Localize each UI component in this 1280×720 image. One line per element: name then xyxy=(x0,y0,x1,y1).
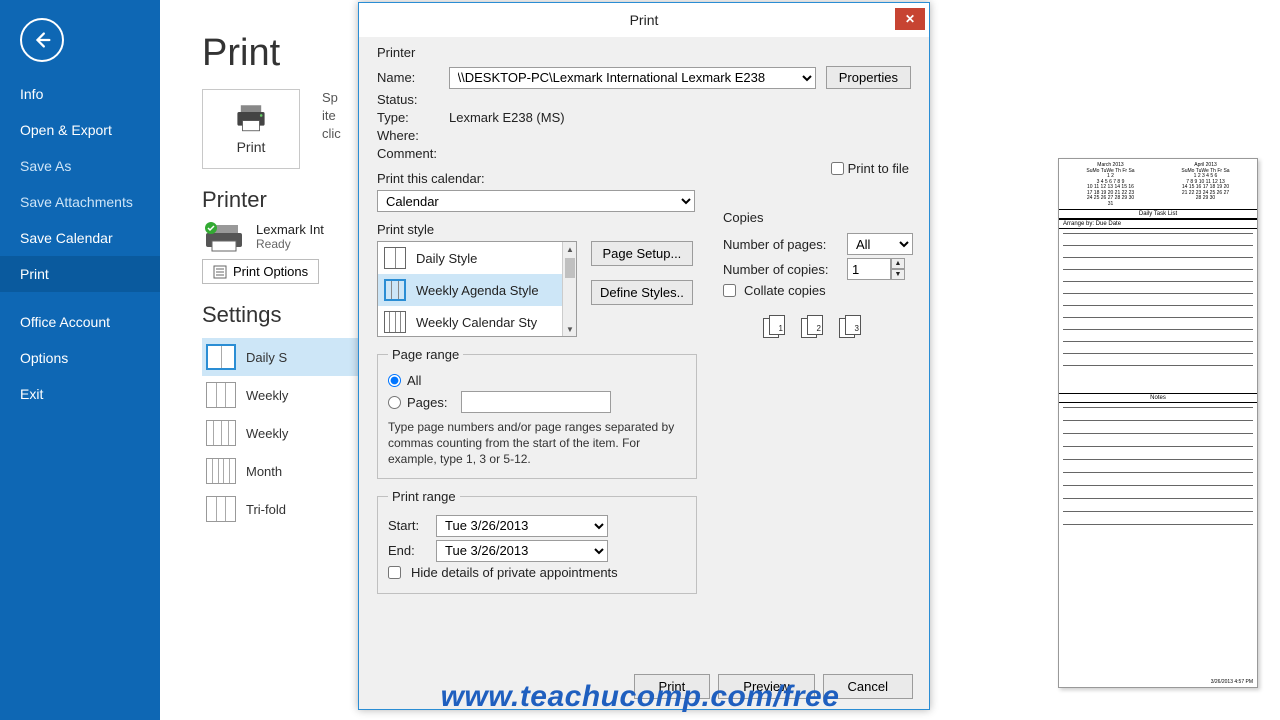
print-options-button[interactable]: Print Options xyxy=(202,259,319,284)
style-weekly-calendar[interactable]: Weekly xyxy=(202,414,362,452)
print-to-file-checkbox[interactable] xyxy=(831,162,844,175)
dialog-title: Print xyxy=(630,12,659,28)
sidebar-item-office-account[interactable]: Office Account xyxy=(0,304,160,340)
print-style-list[interactable]: Daily Style Weekly Agenda Style Weekly C… xyxy=(377,241,577,337)
start-date-select[interactable]: Tue 3/26/2013 xyxy=(436,515,608,537)
num-copies-input[interactable] xyxy=(847,258,891,280)
print-description: Sp ite clic xyxy=(322,89,362,169)
copies-spinner[interactable]: ▲▼ xyxy=(891,258,905,280)
print-range-group: Print range Start:Tue 3/26/2013 End:Tue … xyxy=(377,489,697,594)
page-range-all-radio[interactable] xyxy=(388,374,401,387)
print-to-file-label: Print to file xyxy=(848,161,909,176)
page-setup-button[interactable]: Page Setup... xyxy=(591,241,693,266)
printer-status: Ready xyxy=(256,237,324,251)
type-value: Lexmark E238 (MS) xyxy=(449,110,565,125)
calendar-select[interactable]: Calendar xyxy=(377,190,695,212)
back-button[interactable] xyxy=(20,18,64,62)
sidebar-item-print[interactable]: Print xyxy=(0,256,160,292)
page-range-hint: Type page numbers and/or page ranges sep… xyxy=(388,419,686,468)
watermark-text: www.teachucomp.com/free xyxy=(441,680,840,714)
name-label: Name: xyxy=(377,70,439,85)
collate-checkbox[interactable] xyxy=(723,284,736,297)
print-preview: March 2013SuMo TuWe Th Fr Sa 1 23 4 5 6 … xyxy=(1058,158,1258,688)
collate-label: Collate copies xyxy=(744,283,826,298)
sidebar-item-exit[interactable]: Exit xyxy=(0,376,160,412)
print-button[interactable]: Print xyxy=(202,89,300,169)
printer-name-select[interactable]: \\DESKTOP-PC\Lexmark International Lexma… xyxy=(449,67,816,89)
printer-name: Lexmark Int xyxy=(256,222,324,237)
printer-ready-icon xyxy=(202,219,246,253)
sidebar-item-info[interactable]: Info xyxy=(0,76,160,112)
printer-icon xyxy=(234,103,268,133)
style-trifold[interactable]: Tri-fold xyxy=(202,490,362,528)
end-date-select[interactable]: Tue 3/26/2013 xyxy=(436,540,608,562)
style-option-weekly-calendar[interactable]: Weekly Calendar Sty ↖ xyxy=(378,306,576,337)
style-daily[interactable]: Daily S xyxy=(202,338,362,376)
end-label: End: xyxy=(388,543,426,558)
num-pages-label: Number of pages: xyxy=(723,237,839,252)
sidebar-item-open-export[interactable]: Open & Export xyxy=(0,112,160,148)
print-button-label: Print xyxy=(237,139,266,155)
style-option-daily[interactable]: Daily Style xyxy=(378,242,576,274)
define-styles-button[interactable]: Define Styles.. xyxy=(591,280,693,305)
copies-heading: Copies xyxy=(723,210,913,225)
style-weekly-agenda[interactable]: Weekly xyxy=(202,376,362,414)
style-list-scrollbar[interactable]: ▲▼ xyxy=(562,242,576,336)
status-label: Status: xyxy=(377,92,439,107)
sidebar-item-options[interactable]: Options xyxy=(0,340,160,376)
preview-month1: March 2013SuMo TuWe Th Fr Sa 1 23 4 5 6 … xyxy=(1086,163,1134,207)
collate-illustration: 11 22 33 xyxy=(723,312,913,338)
style-monthly[interactable]: Month xyxy=(202,452,362,490)
properties-button[interactable]: Properties xyxy=(826,66,911,89)
num-pages-select[interactable]: All xyxy=(847,233,913,255)
hide-details-checkbox[interactable] xyxy=(388,566,401,579)
start-label: Start: xyxy=(388,518,426,533)
back-arrow-icon xyxy=(31,29,53,51)
page-range-group: Page range All Pages: Type page numbers … xyxy=(377,347,697,479)
pages-input[interactable] xyxy=(461,391,611,413)
sidebar-item-save-calendar[interactable]: Save Calendar xyxy=(0,220,160,256)
preview-month2: April 2013SuMo TuWe Th Fr Sa 1 2 3 4 5 6… xyxy=(1181,163,1229,207)
style-option-weekly-agenda[interactable]: Weekly Agenda Style xyxy=(378,274,576,306)
comment-label: Comment: xyxy=(377,146,439,161)
where-label: Where: xyxy=(377,128,439,143)
sidebar-item-save-as[interactable]: Save As xyxy=(0,148,160,184)
num-copies-label: Number of copies: xyxy=(723,262,839,277)
options-icon xyxy=(213,265,227,279)
dialog-titlebar[interactable]: Print ✕ xyxy=(359,3,929,37)
sidebar-item-save-attachments[interactable]: Save Attachments xyxy=(0,184,160,220)
print-dialog: Print ✕ Printer Name: \\DESKTOP-PC\Lexma… xyxy=(358,2,930,710)
page-range-pages-radio[interactable] xyxy=(388,396,401,409)
dialog-close-button[interactable]: ✕ xyxy=(895,8,925,30)
printer-section-label: Printer xyxy=(377,45,911,60)
backstage-sidebar: Info Open & Export Save As Save Attachme… xyxy=(0,0,160,720)
type-label: Type: xyxy=(377,110,439,125)
